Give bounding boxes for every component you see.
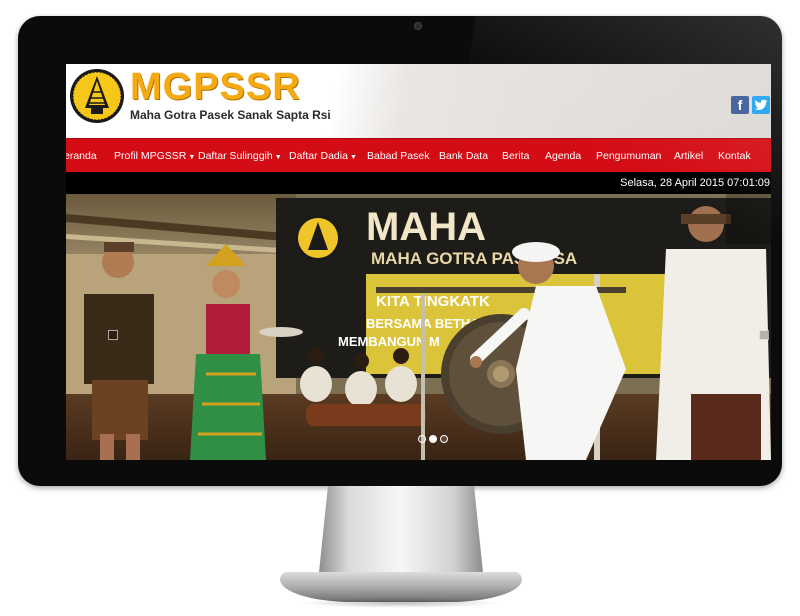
hero-slider[interactable]: MAHA MAHA GOTRA PASEK SA KITA TINGKATK B… — [66, 194, 771, 460]
nav-item-daftar-dadia[interactable]: Daftar Dadia ▼ — [289, 139, 357, 173]
site-tagline: Maha Gotra Pasek Sanak Sapta Rsi — [130, 108, 331, 122]
slider-dot[interactable] — [440, 435, 448, 443]
slider-next-button[interactable] — [759, 330, 769, 340]
twitter-icon[interactable] — [752, 96, 770, 114]
webcam — [414, 22, 422, 30]
slider-dot[interactable] — [418, 435, 426, 443]
banner-title: MAHA — [366, 205, 486, 249]
slider-prev-button[interactable] — [108, 330, 118, 340]
nav-item-pengumuman[interactable]: Pengumuman — [596, 139, 661, 173]
monitor-stand-neck — [318, 486, 484, 582]
monitor-screen: MGPSSR Maha Gotra Pasek Sanak Sapta Rsi … — [66, 64, 771, 460]
nav-item-babad-pasek[interactable]: Babad Pasek — [367, 139, 429, 173]
mgpssr-logo-icon[interactable] — [69, 68, 125, 124]
main-navbar: eranda Profil MPGSSR ▼ Daftar Sulinggih ▼ … — [66, 138, 771, 174]
datetime-bar: Selasa, 28 April 2015 07:01:09 — [66, 172, 771, 194]
nav-item-artikel[interactable]: Artikel — [674, 139, 703, 173]
banner-text-line: KITA TINGKATK — [376, 293, 490, 310]
chevron-down-icon: ▼ — [274, 154, 282, 161]
monitor-bezel: MGPSSR Maha Gotra Pasek Sanak Sapta Rsi … — [18, 16, 782, 486]
nav-item-kontak[interactable]: Kontak — [718, 139, 751, 173]
nav-item-beranda[interactable]: eranda — [66, 139, 97, 173]
nav-item-profil[interactable]: Profil MPGSSR ▼ — [114, 139, 195, 173]
nav-item-daftar-sulinggih[interactable]: Daftar Sulinggih ▼ — [198, 139, 282, 173]
site-header: MGPSSR Maha Gotra Pasek Sanak Sapta Rsi … — [66, 64, 771, 138]
facebook-icon[interactable]: f — [731, 96, 749, 114]
chevron-down-icon: ▼ — [188, 154, 196, 161]
stand-shadow — [300, 598, 500, 608]
nav-item-bank-data[interactable]: Bank Data — [439, 139, 488, 173]
nav-item-berita[interactable]: Berita — [502, 139, 529, 173]
current-datetime: Selasa, 28 April 2015 07:01:09 — [620, 177, 770, 189]
slider-dot-active[interactable] — [429, 435, 437, 443]
slider-pagination — [418, 430, 451, 448]
slide-photo: MAHA MAHA GOTRA PASEK SA KITA TINGKATK B… — [66, 194, 771, 460]
site-name[interactable]: MGPSSR — [130, 66, 301, 109]
nav-item-agenda[interactable]: Agenda — [545, 139, 581, 173]
chevron-down-icon: ▼ — [349, 154, 357, 161]
